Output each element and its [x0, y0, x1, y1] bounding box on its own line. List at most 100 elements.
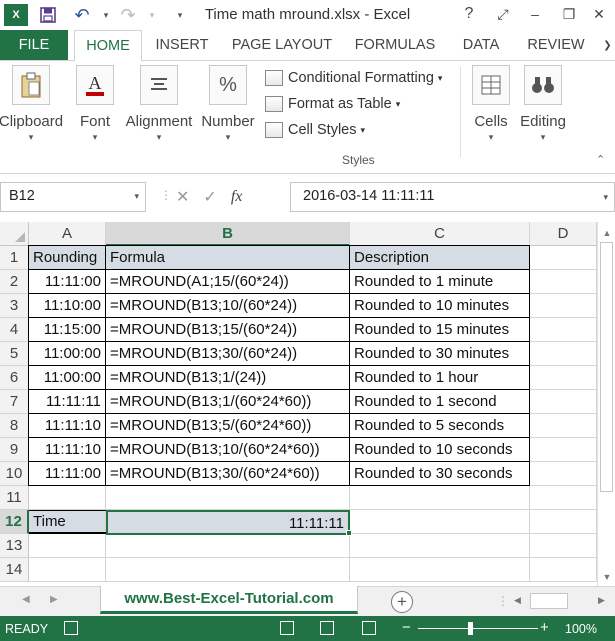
- table-cell-formula[interactable]: =MROUND(B13;10/(60*24)): [106, 294, 350, 318]
- table-cell-rounding[interactable]: 11:15:00: [29, 318, 106, 342]
- tab-page-layout[interactable]: PAGE LAYOUT: [226, 30, 338, 60]
- cell[interactable]: [29, 534, 106, 558]
- collapse-ribbon-icon[interactable]: ⌃: [596, 153, 605, 166]
- scroll-left-icon[interactable]: ◀: [514, 595, 521, 606]
- undo-icon[interactable]: ↶: [70, 4, 94, 26]
- table-cell-description[interactable]: Rounded to 1 hour: [350, 366, 530, 390]
- new-sheet-button[interactable]: +: [391, 591, 413, 613]
- row-header-5[interactable]: 5: [0, 342, 29, 366]
- zoom-level[interactable]: 100%: [565, 622, 597, 636]
- page-break-preview-icon[interactable]: [362, 621, 376, 635]
- table-header-rounding[interactable]: Rounding: [29, 246, 106, 270]
- ribbon-display-options-button[interactable]: ⤢: [490, 3, 516, 25]
- scroll-right-icon[interactable]: ▶: [598, 595, 605, 606]
- cancel-icon[interactable]: ✕: [176, 187, 189, 207]
- column-header-c[interactable]: C: [350, 222, 530, 246]
- format-as-table-button[interactable]: Format as Table ▾: [265, 93, 400, 115]
- active-cell-b12[interactable]: 11:11:11: [106, 510, 350, 535]
- restore-button[interactable]: ❐: [556, 3, 582, 25]
- row-header-3[interactable]: 3: [0, 294, 29, 318]
- table-cell-rounding[interactable]: 11:11:10: [29, 414, 106, 438]
- column-header-d[interactable]: D: [530, 222, 597, 246]
- table-cell-formula[interactable]: =MROUND(A1;15/(60*24)): [106, 270, 350, 294]
- row-header-4[interactable]: 4: [0, 318, 29, 342]
- cell[interactable]: [29, 486, 106, 510]
- cell[interactable]: [530, 318, 597, 342]
- number-group[interactable]: % Number ▾: [200, 65, 256, 143]
- zoom-slider-thumb[interactable]: [468, 622, 473, 635]
- cell[interactable]: [29, 558, 106, 582]
- customize-quick-access-icon[interactable]: ▾: [168, 4, 192, 26]
- cell[interactable]: [530, 390, 597, 414]
- select-all-button[interactable]: [0, 222, 29, 246]
- tab-review[interactable]: REVIEW: [520, 30, 592, 60]
- cell[interactable]: [530, 558, 597, 582]
- sheet-tab[interactable]: www.Best-Excel-Tutorial.com: [100, 586, 358, 614]
- table-header-formula[interactable]: Formula: [106, 246, 350, 270]
- tab-insert[interactable]: INSERT: [150, 30, 214, 60]
- previous-sheet-icon[interactable]: ◀: [22, 594, 30, 605]
- cell[interactable]: [530, 294, 597, 318]
- cell[interactable]: [530, 270, 597, 294]
- table-cell-formula[interactable]: =MROUND(B13;30/(60*24)): [106, 342, 350, 366]
- tab-home[interactable]: HOME: [74, 30, 142, 61]
- cell[interactable]: [350, 558, 530, 582]
- cell[interactable]: [530, 462, 597, 486]
- table-cell-description[interactable]: Rounded to 1 second: [350, 390, 530, 414]
- row-header-8[interactable]: 8: [0, 414, 29, 438]
- table-cell-formula[interactable]: =MROUND(B13;10/(60*24*60)): [106, 438, 350, 462]
- cell[interactable]: [530, 342, 597, 366]
- tab-file[interactable]: FILE: [0, 30, 68, 60]
- table-cell-rounding[interactable]: 11:00:00: [29, 342, 106, 366]
- enter-icon[interactable]: ✓: [203, 187, 216, 207]
- table-cell-rounding[interactable]: 11:11:00: [29, 270, 106, 294]
- table-cell-description[interactable]: Rounded to 5 seconds: [350, 414, 530, 438]
- cell[interactable]: [530, 246, 597, 270]
- cells-group[interactable]: Cells ▾: [470, 65, 512, 143]
- tab-data[interactable]: DATA: [452, 30, 510, 60]
- cell[interactable]: [106, 558, 350, 582]
- row-header-13[interactable]: 13: [0, 534, 29, 558]
- table-cell-rounding[interactable]: 11:11:00: [29, 462, 106, 486]
- row-header-7[interactable]: 7: [0, 390, 29, 414]
- next-sheet-icon[interactable]: ▶: [50, 594, 58, 605]
- cell[interactable]: [530, 486, 597, 510]
- save-icon[interactable]: [36, 4, 60, 26]
- row-header-11[interactable]: 11: [0, 486, 29, 510]
- table-cell-formula[interactable]: =MROUND(B13;30/(60*24*60)): [106, 462, 350, 486]
- cell[interactable]: [106, 486, 350, 510]
- table-cell-description[interactable]: Rounded to 10 seconds: [350, 438, 530, 462]
- row-header-9[interactable]: 9: [0, 438, 29, 462]
- cell[interactable]: [106, 534, 350, 558]
- zoom-in-button[interactable]: +: [540, 619, 549, 636]
- row-header-2[interactable]: 2: [0, 270, 29, 294]
- row-header-14[interactable]: 14: [0, 558, 29, 582]
- minimize-button[interactable]: –: [522, 3, 548, 25]
- column-header-a[interactable]: A: [29, 222, 106, 246]
- table-cell-rounding[interactable]: 11:11:10: [29, 438, 106, 462]
- column-header-b[interactable]: B: [106, 222, 350, 246]
- cell[interactable]: [530, 366, 597, 390]
- table-cell-description[interactable]: Rounded to 15 minutes: [350, 318, 530, 342]
- table-cell-description[interactable]: Rounded to 30 seconds: [350, 462, 530, 486]
- cell-styles-button[interactable]: Cell Styles ▾: [265, 119, 365, 141]
- table-header-description[interactable]: Description: [350, 246, 530, 270]
- table-cell-rounding[interactable]: 11:00:00: [29, 366, 106, 390]
- editing-group[interactable]: Editing ▾: [518, 65, 568, 143]
- insert-function-icon[interactable]: fx: [231, 188, 243, 206]
- row-header-12[interactable]: 12: [0, 510, 29, 534]
- table-cell-formula[interactable]: =MROUND(B13;1/(24)): [106, 366, 350, 390]
- row-header-6[interactable]: 6: [0, 366, 29, 390]
- close-button[interactable]: ✕: [586, 3, 612, 25]
- font-group[interactable]: A Font ▾: [74, 65, 116, 143]
- conditional-formatting-button[interactable]: Conditional Formatting ▾: [265, 67, 442, 89]
- clipboard-group[interactable]: Clipboard ▾: [0, 65, 63, 143]
- table-cell-description[interactable]: Rounded to 30 minutes: [350, 342, 530, 366]
- cell[interactable]: [350, 486, 530, 510]
- tabs-scroll-icon[interactable]: ❯: [600, 30, 615, 60]
- cell[interactable]: [530, 510, 597, 534]
- vertical-scrollbar[interactable]: ▲ ▼: [597, 222, 615, 586]
- normal-view-icon[interactable]: [280, 621, 294, 635]
- row-header-10[interactable]: 10: [0, 462, 29, 486]
- redo-icon[interactable]: ↷: [116, 4, 140, 26]
